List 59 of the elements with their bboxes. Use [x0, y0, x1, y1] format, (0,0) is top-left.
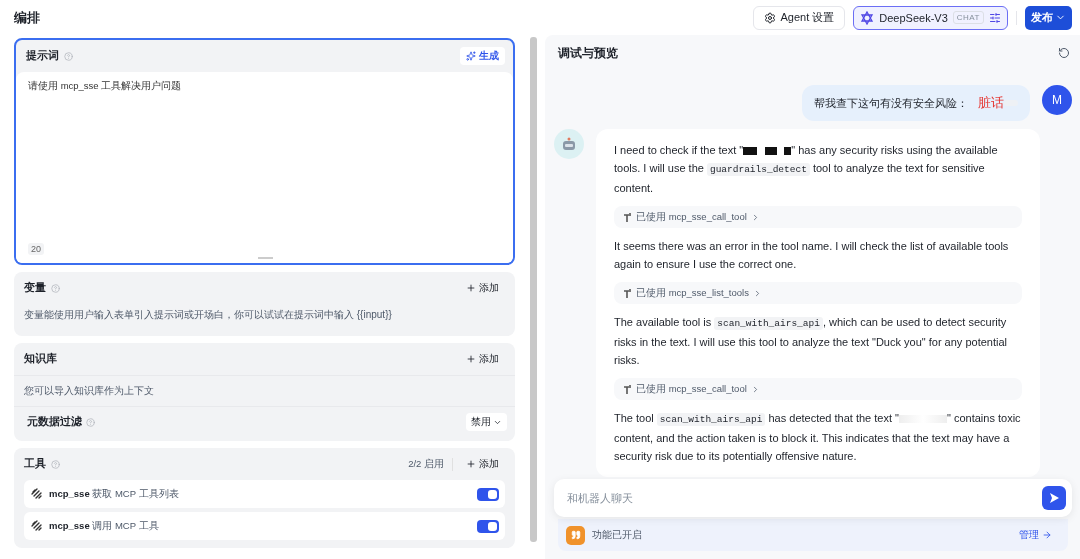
add-button[interactable]: 添加 — [458, 281, 507, 295]
agent-settings-button[interactable]: Agent 设置 — [752, 5, 846, 30]
preview-title: 调试与预览 — [558, 44, 618, 62]
features-status: 功能已开启 — [592, 528, 643, 542]
add-button[interactable]: 添加 — [458, 457, 507, 471]
send-button[interactable] — [1042, 486, 1066, 510]
tool-toggle[interactable] — [477, 487, 499, 501]
arrow-icon — [1042, 530, 1052, 540]
user-message: 帮我查下这句有没有安全风险： 脏话 — [802, 85, 1030, 121]
add-button[interactable]: 添加 — [458, 352, 507, 366]
metadata-filter-select[interactable]: 禁用 — [466, 413, 507, 431]
plus-icon — [466, 354, 476, 364]
help-icon — [51, 459, 60, 469]
tool-call-chip[interactable]: 已使用 mcp_sse_call_tool — [614, 206, 1022, 228]
prompt-field[interactable]: 请使用 mcp_sse 工具解决用户问题 20 — [16, 72, 513, 263]
model-button[interactable]: DeepSeek-V3 CHAT — [853, 5, 1008, 30]
tool-logo-icon — [31, 520, 43, 532]
help-icon — [64, 51, 73, 61]
sliders-icon — [989, 11, 1001, 24]
tool-toggle[interactable] — [477, 519, 499, 533]
tool-icon — [623, 212, 632, 222]
help-icon — [51, 283, 60, 293]
tools-title: 工具 — [24, 457, 46, 471]
plus-icon — [466, 283, 476, 293]
chat-input-box[interactable]: 和机器人聊天 — [554, 479, 1072, 517]
tool-call-chip[interactable]: 已使用 mcp_sse_call_tool — [614, 378, 1022, 400]
scrollbar[interactable] — [530, 37, 537, 542]
publish-button[interactable]: 发布 — [1025, 5, 1072, 30]
knowledge-description: 您可以导入知识库作为上下文 — [23, 384, 155, 398]
manage-link[interactable]: 管理 — [1019, 528, 1052, 542]
quote-icon — [566, 525, 585, 545]
page-title: 编排 — [14, 8, 41, 27]
chat-input[interactable]: 和机器人聊天 — [565, 491, 1042, 505]
tool-label: mcp_sse 获取 MCP 工具列表 — [49, 487, 180, 501]
variables-description: 变量能使用用户输入表单引入提示词或开场白，你可以试试在提示词中输入 {{input}} — [23, 308, 393, 322]
metadata-filter-label: 元数据过滤 — [27, 415, 82, 429]
reset-icon[interactable] — [1058, 47, 1070, 59]
message-paragraph: The available tool is scan_with_airs_api , which can be used to detect security risks in the text. I will use this tool to analyze the text "Duck you" for any potential risks. — [614, 315, 1008, 368]
message-paragraph: I need to check if the text " " has any security risks using the available tools. I will use the guardrails_detect tool to analyze the text for sensitive content. — [614, 143, 999, 196]
plus-icon — [466, 459, 476, 469]
prompt-title: 提示词 — [26, 49, 59, 63]
variables-title: 变量 — [24, 281, 46, 295]
send-icon — [1048, 492, 1060, 504]
enabled-count: 2/2 启用 — [408, 457, 453, 471]
robot-icon — [561, 136, 577, 152]
settings-icon — [763, 11, 776, 24]
help-icon — [86, 417, 95, 427]
message-paragraph: The tool scan_with_airs_api has detected that the text " " contains toxic content, and the action taken is to block it. This indicates that the text may have a security risk due to its potentially offensive nature. — [614, 411, 1022, 464]
knowledge-title: 知识库 — [24, 352, 57, 366]
tool-icon — [623, 384, 632, 394]
tool-icon — [623, 288, 632, 298]
tool-logo-icon — [31, 488, 43, 500]
generate-button[interactable]: 生成 — [460, 47, 505, 65]
sparkle-icon — [466, 51, 476, 61]
user-avatar: M — [1042, 85, 1072, 115]
tool-call-chip[interactable]: 已使用 mcp_sse_list_tools — [614, 282, 1022, 304]
star-logo-icon — [860, 10, 875, 25]
message-paragraph: It seems there was an error in the tool name. I will check the list of available tools again to ensure I use the correct one. — [614, 239, 1010, 272]
tool-label: mcp_sse 调用 MCP 工具 — [49, 519, 160, 533]
